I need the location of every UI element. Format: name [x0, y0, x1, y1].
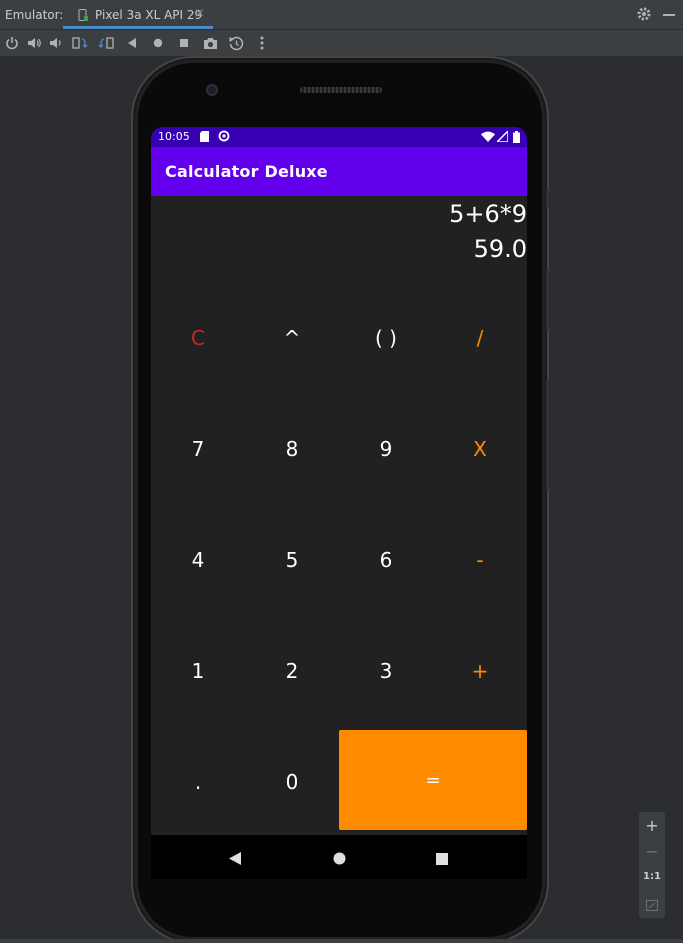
bottom-strip — [0, 939, 683, 943]
result-display: 59.0 — [473, 235, 527, 263]
zoom-actual-size-button[interactable]: 1:1 — [639, 871, 665, 882]
digit-3-button[interactable]: 3 — [339, 615, 433, 726]
clear-button[interactable]: C — [151, 282, 245, 393]
emulator-toolbar — [0, 30, 683, 56]
sync-icon — [218, 130, 230, 145]
nav-back-icon[interactable] — [229, 850, 241, 869]
device-icon — [78, 9, 88, 21]
signal-icon — [495, 129, 509, 145]
gear-icon[interactable] — [636, 6, 652, 22]
volume-down-icon[interactable] — [48, 35, 64, 51]
back-icon[interactable] — [124, 35, 140, 51]
emulator-tabbar: Emulator: Pixel 3a XL API 29 × — [0, 0, 683, 30]
power-button[interactable]: ^ — [245, 282, 339, 393]
speaker-grille — [300, 87, 382, 93]
zoom-fit-icon[interactable] — [639, 896, 665, 915]
rotate-right-icon[interactable] — [98, 35, 114, 51]
status-bar: 10:05 — [151, 127, 527, 147]
decimal-button[interactable]: . — [151, 726, 245, 835]
digit-0-button[interactable]: 0 — [245, 726, 339, 835]
rotate-left-icon[interactable] — [72, 35, 88, 51]
snapshot-icon[interactable] — [228, 35, 244, 51]
digit-7-button[interactable]: 7 — [151, 393, 245, 504]
zoom-in-button[interactable]: + — [639, 816, 665, 835]
device-tab[interactable]: Pixel 3a XL API 29 × — [63, 0, 213, 29]
nav-overview-icon[interactable] — [436, 850, 448, 869]
overview-icon[interactable] — [176, 35, 192, 51]
digit-6-button[interactable]: 6 — [339, 504, 433, 615]
power-icon[interactable] — [4, 35, 20, 51]
close-icon[interactable]: × — [194, 6, 205, 21]
zoom-out-button[interactable]: − — [639, 842, 665, 861]
screenshot-icon[interactable] — [202, 35, 218, 51]
minimize-icon[interactable] — [663, 14, 675, 16]
nav-home-icon[interactable] — [333, 850, 346, 869]
digit-2-button[interactable]: 2 — [245, 615, 339, 726]
digit-5-button[interactable]: 5 — [245, 504, 339, 615]
digit-8-button[interactable]: 8 — [245, 393, 339, 504]
android-nav-bar — [151, 835, 527, 879]
plus-button[interactable]: + — [433, 615, 527, 726]
digit-9-button[interactable]: 9 — [339, 393, 433, 504]
volume-rocker[interactable] — [546, 380, 549, 490]
wifi-icon — [481, 131, 495, 145]
volume-side-button[interactable] — [546, 270, 549, 330]
expression-display: 5+6*9 — [449, 200, 527, 228]
zoom-panel: + − 1:1 — [639, 812, 665, 918]
volume-up-icon[interactable] — [26, 35, 42, 51]
parentheses-button[interactable]: ( ) — [339, 282, 433, 393]
camera-icon — [206, 84, 218, 96]
equals-button[interactable]: = — [339, 730, 527, 830]
power-side-button[interactable] — [546, 190, 549, 208]
digit-1-button[interactable]: 1 — [151, 615, 245, 726]
multiply-button[interactable]: X — [433, 393, 527, 504]
status-time: 10:05 — [158, 130, 190, 143]
more-icon[interactable] — [254, 35, 270, 51]
divide-button[interactable]: / — [433, 282, 527, 393]
device-tab-label: Pixel 3a XL API 29 — [95, 8, 203, 22]
device-screen: 10:05 Calculator Deluxe 5+6*9 59.0 C ^ (… — [151, 127, 527, 835]
app-title: Calculator Deluxe — [165, 162, 328, 181]
home-icon[interactable] — [150, 35, 166, 51]
battery-icon — [513, 131, 520, 146]
digit-4-button[interactable]: 4 — [151, 504, 245, 615]
emulator-label: Emulator: — [5, 8, 64, 22]
sd-card-icon — [200, 131, 209, 145]
app-bar: Calculator Deluxe — [151, 147, 527, 196]
minus-button[interactable]: - — [433, 504, 527, 615]
